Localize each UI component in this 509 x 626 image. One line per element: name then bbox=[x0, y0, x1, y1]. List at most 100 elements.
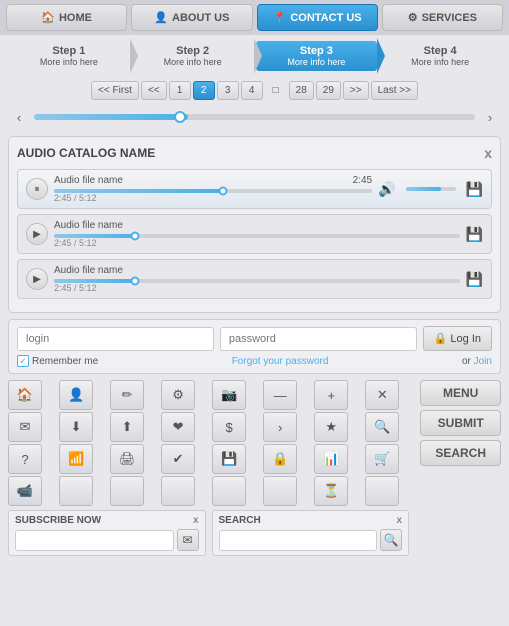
page-next2[interactable]: >> bbox=[343, 81, 369, 100]
step-1[interactable]: Step 1 More info here bbox=[8, 41, 130, 71]
step-2[interactable]: Step 2 More info here bbox=[132, 41, 254, 71]
user-icon: 👤 bbox=[154, 11, 168, 24]
subscribe-close[interactable]: x bbox=[193, 515, 199, 526]
step-3[interactable]: Step 3 More info here bbox=[256, 41, 378, 71]
page-4[interactable]: 4 bbox=[241, 81, 263, 100]
icon-blank6[interactable] bbox=[365, 476, 399, 506]
icon-gear[interactable]: ⚙ bbox=[161, 380, 195, 410]
audio-progress-1[interactable] bbox=[54, 189, 372, 193]
audio-name-1: Audio file name bbox=[54, 175, 123, 186]
icon-blank1[interactable] bbox=[59, 476, 93, 506]
audio-catalog: AUDIO CATALOG NAME x ⏸ Audio file name 2… bbox=[8, 136, 501, 313]
icon-double-down[interactable]: ⬇ bbox=[59, 412, 93, 442]
icon-save[interactable]: 💾 bbox=[212, 444, 246, 474]
audio-progress-2[interactable] bbox=[54, 234, 460, 238]
step-4[interactable]: Step 4 More info here bbox=[379, 41, 501, 71]
page-1[interactable]: 1 bbox=[169, 81, 191, 100]
audio-name-2: Audio file name bbox=[54, 220, 123, 231]
search-input-field[interactable] bbox=[219, 530, 378, 551]
audio-thumb-2[interactable] bbox=[131, 232, 140, 241]
icon-blank4[interactable] bbox=[212, 476, 246, 506]
audio-thumb-3[interactable] bbox=[131, 277, 140, 286]
bottom-side-space bbox=[415, 510, 501, 556]
icon-plus[interactable]: + bbox=[314, 380, 348, 410]
or-join-text: or Join bbox=[462, 356, 492, 367]
slider-track[interactable] bbox=[34, 114, 475, 120]
play-button-3[interactable]: ▶ bbox=[26, 268, 48, 290]
login-sub-row: ✓ Remember me Forgot your password or Jo… bbox=[17, 355, 492, 367]
search-submit-icon[interactable]: 🔍 bbox=[380, 529, 402, 551]
submit-button[interactable]: SUBMIT bbox=[420, 410, 501, 436]
icon-chart[interactable]: 📊 bbox=[314, 444, 348, 474]
icon-print[interactable]: 🖨 bbox=[110, 444, 144, 474]
page-prev2[interactable]: << bbox=[141, 81, 167, 100]
icon-cart[interactable]: 🛒 bbox=[365, 444, 399, 474]
icon-hourglass[interactable]: ⏳ bbox=[314, 476, 348, 506]
icon-edit[interactable]: ✏ bbox=[110, 380, 144, 410]
icon-blank2[interactable] bbox=[110, 476, 144, 506]
icon-double-up[interactable]: ⬆ bbox=[110, 412, 144, 442]
icon-close[interactable]: ✕ bbox=[365, 380, 399, 410]
nav-home[interactable]: 🏠 HOME bbox=[6, 4, 127, 31]
pause-button-1[interactable]: ⏸ bbox=[26, 178, 48, 200]
login-row: 🔒 Log In bbox=[17, 326, 492, 351]
page-first[interactable]: << First bbox=[91, 81, 139, 100]
icon-home[interactable]: 🏠 bbox=[8, 380, 42, 410]
nav-about[interactable]: 👤 ABOUT US bbox=[131, 4, 252, 31]
icon-search[interactable]: 🔍 bbox=[365, 412, 399, 442]
page-last[interactable]: Last >> bbox=[371, 81, 418, 100]
forgot-password-link[interactable]: Forgot your password bbox=[232, 356, 329, 367]
icon-blank3[interactable] bbox=[161, 476, 195, 506]
icon-check[interactable]: ✔ bbox=[161, 444, 195, 474]
subscribe-box: SUBSCRIBE NOW x ✉ bbox=[8, 510, 206, 556]
login-input[interactable] bbox=[17, 327, 214, 351]
icon-rss[interactable]: 📶 bbox=[59, 444, 93, 474]
nav-contact[interactable]: 📍 CONTACT US bbox=[257, 4, 378, 31]
icon-chevron-right[interactable]: › bbox=[263, 412, 297, 442]
slider-right-arrow[interactable]: › bbox=[481, 108, 499, 126]
icon-grid-section: 🏠 👤 ✏ ⚙ 📷 — + ✕ ✉ ⬇ ⬆ ❤ $ › ★ 🔍 ? 📶 🖨 ✔ … bbox=[8, 380, 501, 506]
icon-heart[interactable]: ❤ bbox=[161, 412, 195, 442]
audio-time-1: 2:45 bbox=[353, 175, 372, 186]
save-icon-3[interactable]: 💾 bbox=[466, 271, 483, 288]
icon-lock[interactable]: 🔒 bbox=[263, 444, 297, 474]
search-close[interactable]: x bbox=[396, 515, 402, 526]
icon-minus[interactable]: — bbox=[263, 380, 297, 410]
subscribe-send-icon[interactable]: ✉ bbox=[177, 529, 199, 551]
login-button[interactable]: 🔒 Log In bbox=[423, 326, 492, 351]
icon-user[interactable]: 👤 bbox=[59, 380, 93, 410]
slider-thumb[interactable] bbox=[174, 111, 186, 123]
audio-thumb-1[interactable] bbox=[218, 187, 227, 196]
audio-duration-2: 2:45 / 5:12 bbox=[54, 238, 460, 248]
icon-mail[interactable]: ✉ bbox=[8, 412, 42, 442]
subscribe-input[interactable] bbox=[15, 530, 174, 551]
page-29[interactable]: 29 bbox=[316, 81, 341, 100]
audio-progress-3[interactable] bbox=[54, 279, 460, 283]
search-button[interactable]: SEARCH bbox=[420, 440, 501, 466]
icon-question[interactable]: ? bbox=[8, 444, 42, 474]
menu-button[interactable]: MENU bbox=[420, 380, 501, 406]
volume-icon-1[interactable]: 🔊 bbox=[378, 181, 395, 198]
password-input[interactable] bbox=[220, 327, 417, 351]
page-2[interactable]: 2 bbox=[193, 81, 215, 100]
remember-checkbox[interactable]: ✓ bbox=[17, 355, 29, 367]
subscribe-title: SUBSCRIBE NOW bbox=[15, 515, 101, 526]
icon-dollar[interactable]: $ bbox=[212, 412, 246, 442]
search-header: SEARCH x bbox=[219, 515, 403, 526]
subscribe-header: SUBSCRIBE NOW x bbox=[15, 515, 199, 526]
icon-star[interactable]: ★ bbox=[314, 412, 348, 442]
icon-blank5[interactable] bbox=[263, 476, 297, 506]
location-icon: 📍 bbox=[273, 11, 287, 24]
nav-services[interactable]: ⚙ SERVICES bbox=[382, 4, 503, 31]
save-icon-2[interactable]: 💾 bbox=[466, 226, 483, 243]
catalog-close[interactable]: x bbox=[484, 145, 492, 161]
page-3[interactable]: 3 bbox=[217, 81, 239, 100]
page-28[interactable]: 28 bbox=[289, 81, 314, 100]
icon-camera[interactable]: 📷 bbox=[212, 380, 246, 410]
icon-video[interactable]: 📹 bbox=[8, 476, 42, 506]
play-button-2[interactable]: ▶ bbox=[26, 223, 48, 245]
steps-bar: Step 1 More info here Step 2 More info h… bbox=[0, 35, 509, 77]
save-icon-1[interactable]: 💾 bbox=[466, 181, 483, 198]
slider-left-arrow[interactable]: ‹ bbox=[10, 108, 28, 126]
join-link[interactable]: Join bbox=[474, 356, 492, 367]
